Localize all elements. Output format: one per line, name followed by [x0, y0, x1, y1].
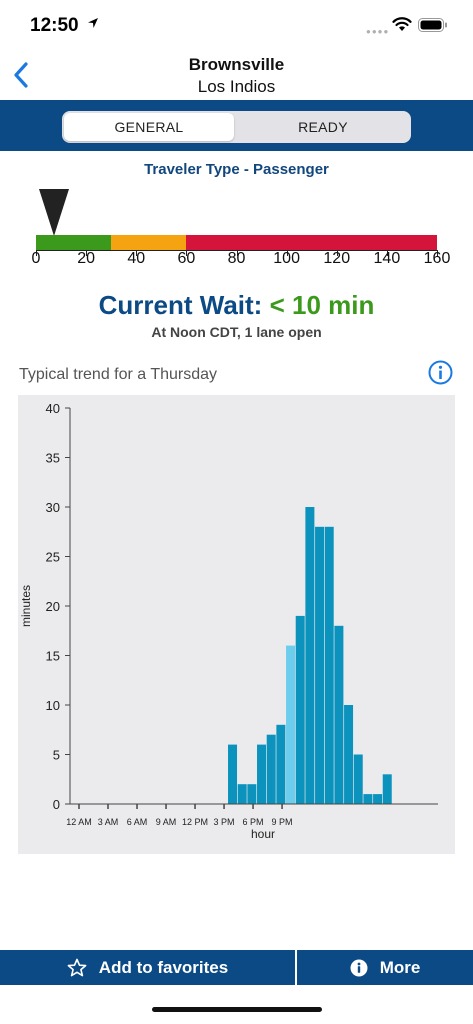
x-axis-label: hour	[251, 827, 275, 841]
scale-tick-label: 0	[31, 250, 41, 267]
add-to-favorites-button[interactable]: Add to favorites	[0, 950, 295, 985]
segmented-control: GENERAL READY	[62, 111, 411, 143]
star-icon	[67, 958, 87, 976]
chart-bar	[315, 526, 325, 804]
y-tick-label: 10	[46, 698, 60, 713]
x-tick-label: 3 AM	[98, 817, 119, 827]
scale-tick-label: 40	[127, 250, 146, 267]
info-circle-icon	[350, 959, 368, 976]
info-icon[interactable]	[428, 360, 453, 385]
current-wait-value: < 10 min	[269, 290, 375, 320]
y-axis-label: minutes	[19, 585, 33, 627]
x-tick-label: 3 PM	[214, 817, 235, 827]
chart-bar	[334, 625, 344, 804]
y-tick-label: 35	[46, 451, 60, 466]
y-tick-label: 15	[46, 649, 60, 664]
scale-band-red	[186, 235, 437, 251]
x-tick-label: 6 AM	[127, 817, 148, 827]
scale-tick-label: 100	[273, 250, 300, 267]
y-tick-label: 5	[53, 748, 60, 763]
tab-general[interactable]: GENERAL	[64, 113, 234, 141]
x-tick-label: 6 PM	[243, 817, 264, 827]
chart-bar	[373, 794, 383, 804]
chart-bar	[247, 784, 257, 804]
chart-bar	[257, 744, 267, 804]
chart-bar	[382, 774, 392, 804]
status-time: 12:50	[30, 15, 79, 36]
navigation-header: Brownsville Los Indios	[0, 48, 473, 100]
page-title: Brownsville	[188, 55, 285, 74]
home-indicator	[152, 1007, 322, 1012]
current-wait-label: Current Wait:	[98, 290, 263, 320]
x-tick-label: 12 AM	[66, 817, 92, 827]
scale-tick-label: 60	[177, 250, 196, 267]
chart-bar	[266, 734, 276, 804]
segment-band: GENERAL READY	[0, 100, 473, 151]
chart-bar	[305, 507, 315, 804]
more-button[interactable]: More	[297, 950, 473, 985]
chart-bar	[237, 784, 247, 804]
y-tick-label: 25	[46, 550, 60, 565]
battery-icon	[418, 18, 447, 32]
x-tick-label: 12 PM	[182, 817, 208, 827]
chart-bar	[324, 526, 334, 804]
current-wait: Current Wait: < 10 min	[0, 290, 473, 321]
current-wait-detail: At Noon CDT, 1 lane open	[151, 324, 322, 340]
scale-band-green	[36, 235, 111, 251]
add-to-favorites-label: Add to favorites	[98, 957, 229, 977]
signal-dots-icon: ●●●●	[366, 27, 390, 36]
wifi-icon	[392, 17, 412, 31]
scale-tick-label: 140	[373, 250, 401, 267]
more-label: More	[379, 957, 421, 977]
x-tick-label: 9 AM	[156, 817, 177, 827]
location-arrow-icon	[88, 18, 98, 28]
trend-title: Typical trend for a Thursday	[19, 366, 218, 383]
scale-tick-label: 120	[323, 250, 351, 267]
chart-bar	[276, 724, 286, 804]
scale-tick-label: 20	[77, 250, 96, 267]
chart-bar	[363, 794, 373, 804]
scale-tick-label: 160	[423, 250, 451, 267]
footer-bar: Add to favorites More	[0, 950, 473, 985]
y-tick-label: 0	[53, 797, 60, 812]
y-tick-label: 40	[46, 401, 60, 416]
y-tick-label: 20	[46, 599, 60, 614]
y-tick-label: 30	[46, 500, 60, 515]
tab-ready[interactable]: READY	[237, 113, 409, 141]
chart-bar	[286, 645, 296, 804]
status-bar: 12:50 ●●●●	[0, 0, 473, 48]
traveler-type-heading: Traveler Type - Passenger	[144, 161, 329, 178]
chart-bar	[295, 615, 305, 804]
scale-band-orange	[111, 235, 186, 251]
page-subtitle: Los Indios	[197, 77, 276, 96]
scale-tick-label: 80	[227, 250, 246, 267]
chart-bar	[353, 754, 363, 804]
chart-bar	[344, 705, 354, 804]
x-tick-label: 9 PM	[272, 817, 293, 827]
trend-chart: 0 5 10 15 20 25 30 35 40 minutes 12 AM 3 AM 6 AM 9 AM…	[19, 401, 438, 841]
trend-chart-panel: 0 5 10 15 20 25 30 35 40 minutes 12 AM 3 AM 6 AM 9 AM…	[18, 395, 455, 854]
current-wait-marker-icon	[38, 189, 69, 236]
chart-bar	[228, 744, 238, 804]
